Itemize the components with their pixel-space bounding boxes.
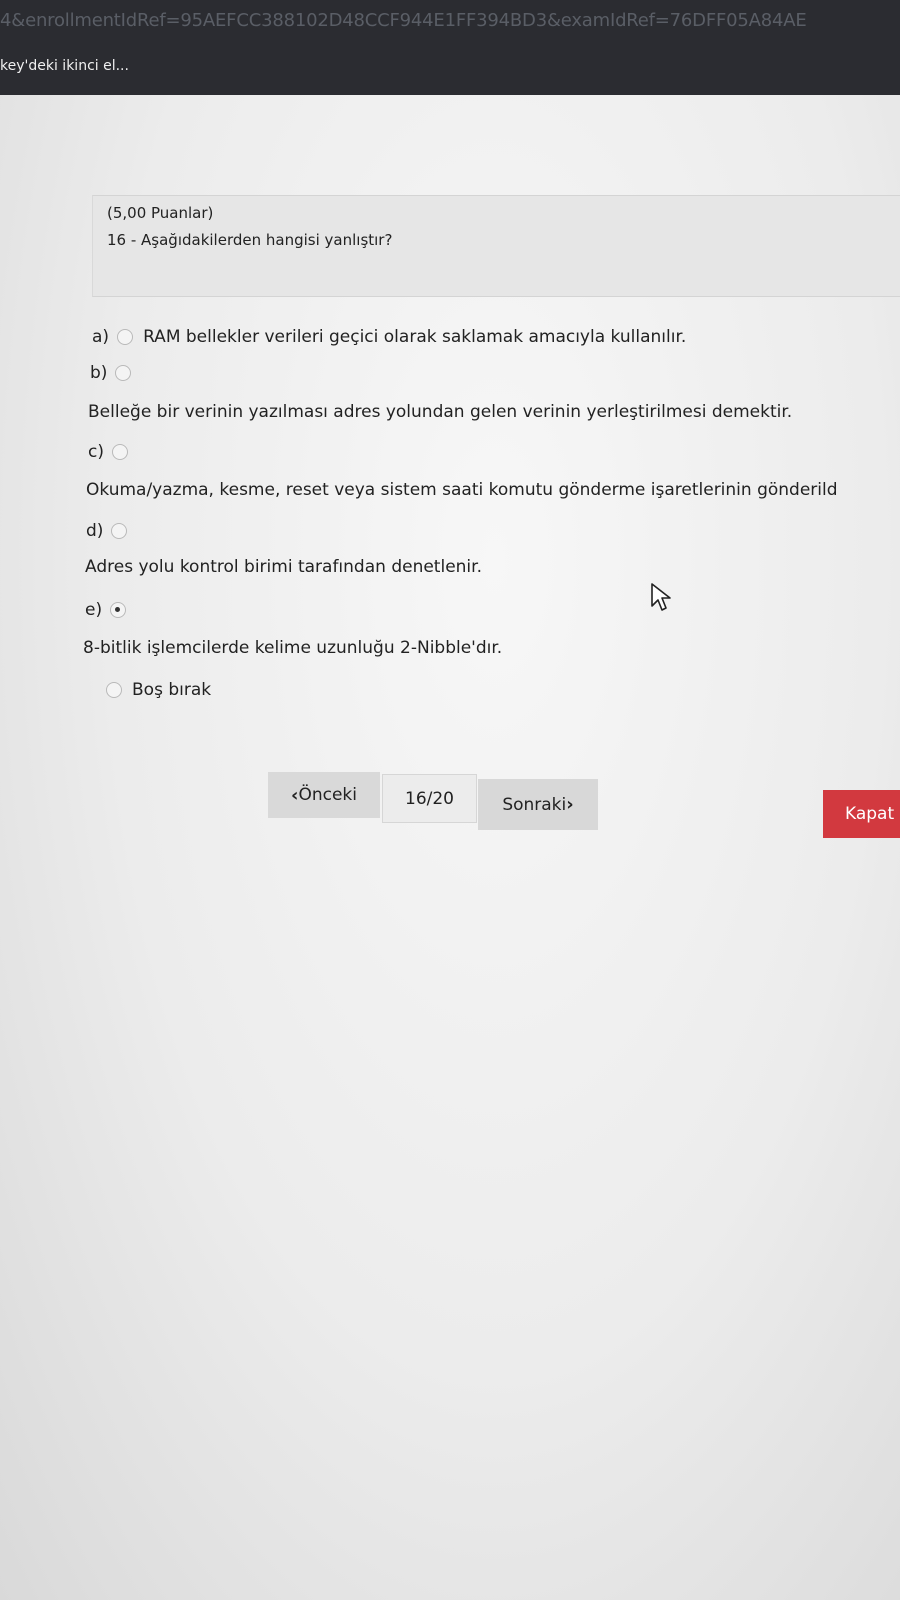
radio-option-d[interactable] [111, 523, 128, 539]
option-text: RAM bellekler verileri geçici olarak sak… [143, 327, 687, 347]
option-b[interactable]: b) [90, 363, 141, 383]
option-e-text: 8-bitlik işlemcilerde kelime uzunluğu 2-… [83, 638, 503, 658]
next-button[interactable]: Sonraki › [478, 779, 598, 830]
option-d-text: Adres yolu kontrol birimi tarafından den… [85, 557, 482, 577]
option-a[interactable]: a) RAM bellekler verileri geçici olarak … [92, 327, 686, 347]
option-letter: c) [88, 442, 104, 462]
option-b-text: Belleğe bir verinin yazılması adres yolu… [88, 402, 793, 422]
previous-button[interactable]: ‹ Önceki [268, 772, 380, 818]
close-button[interactable]: Kapat [823, 790, 900, 838]
option-letter: e) [85, 600, 103, 620]
previous-button-label: Önceki [298, 785, 357, 805]
option-e[interactable]: e) [85, 600, 136, 620]
next-button-label: Sonraki [502, 794, 567, 815]
chevron-left-icon: ‹ [291, 784, 299, 806]
question-text: 16 - Aşağıdakilerden hangisi yanlıştır? [107, 231, 393, 249]
option-c[interactable]: c) [88, 442, 138, 462]
mouse-cursor-icon [651, 583, 671, 611]
radio-option-c[interactable] [111, 444, 128, 460]
question-points: (5,00 Puanlar) [107, 204, 214, 222]
address-bar-url[interactable]: 4&enrollmentIdRef=95AEFCC388102D48CCF944… [0, 10, 807, 31]
question-box: (5,00 Puanlar) 16 - Aşağıdakilerden hang… [92, 195, 900, 297]
page-indicator: 16/20 [382, 774, 477, 823]
browser-tab-title[interactable]: key'deki ikinci el... [0, 58, 129, 74]
option-letter: b) [90, 363, 108, 383]
option-blank-text: Boş bırak [132, 680, 212, 700]
radio-option-a[interactable] [117, 329, 134, 345]
browser-topbar: 4&enrollmentIdRef=95AEFCC388102D48CCF944… [0, 0, 900, 95]
radio-option-blank[interactable] [106, 682, 122, 698]
chevron-right-icon: › [566, 794, 574, 815]
option-c-text: Okuma/yazma, kesme, reset veya sistem sa… [86, 480, 838, 500]
option-blank[interactable]: Boş bırak [106, 680, 211, 700]
option-letter: d) [86, 521, 104, 541]
option-d[interactable]: d) [86, 521, 137, 541]
radio-option-e-selected[interactable] [110, 602, 127, 618]
option-letter: a) [92, 327, 110, 347]
radio-option-b[interactable] [115, 365, 132, 381]
